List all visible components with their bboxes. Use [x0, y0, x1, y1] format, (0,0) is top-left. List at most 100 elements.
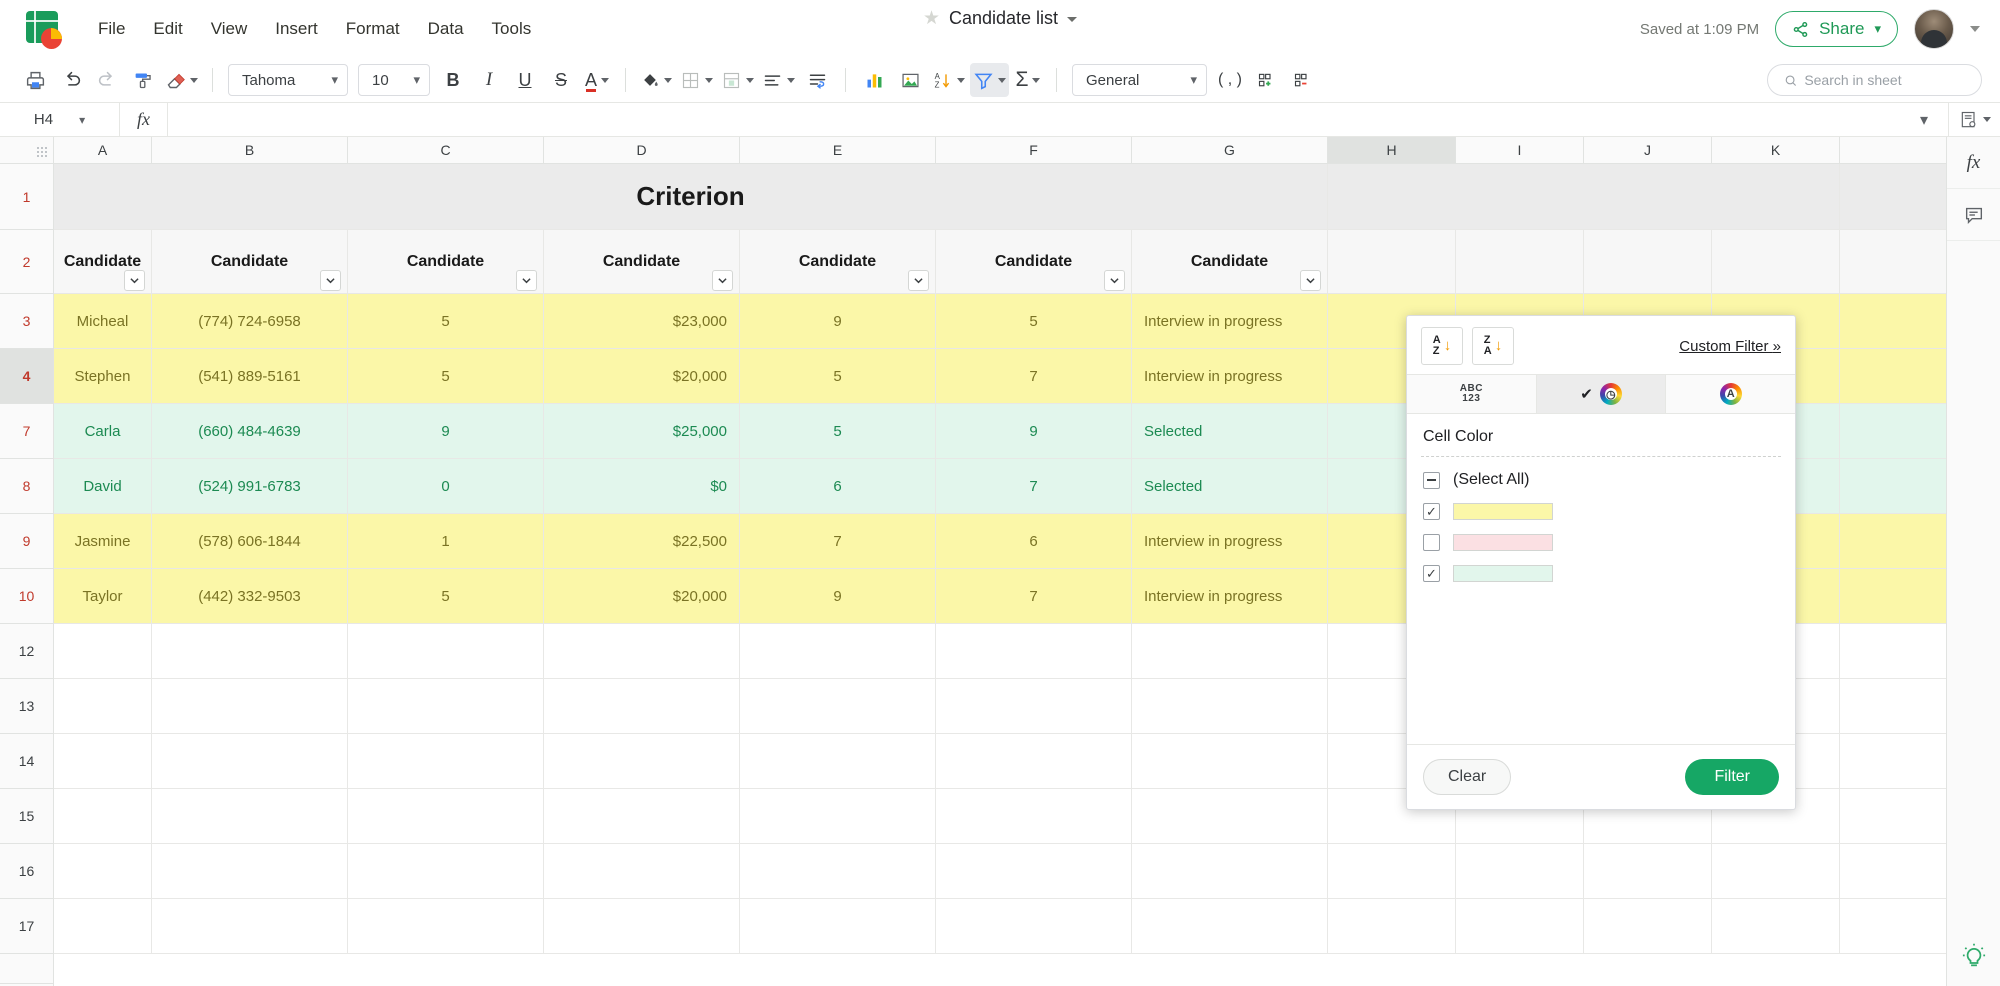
- column-header-h[interactable]: H: [1328, 137, 1456, 163]
- custom-filter-link[interactable]: Custom Filter »: [1679, 338, 1781, 355]
- row-header-10[interactable]: 10: [0, 569, 53, 624]
- filter-option-row[interactable]: ✓: [1423, 565, 1779, 582]
- menu-view[interactable]: View: [197, 12, 262, 46]
- filter-apply-button[interactable]: Filter: [1685, 759, 1779, 795]
- cell-C17[interactable]: [348, 899, 544, 953]
- cell-D3[interactable]: $23,000: [544, 294, 740, 348]
- table-row[interactable]: [54, 899, 1946, 954]
- filter-dropdown-panel[interactable]: AZ ↓ ZA ↓ Custom Filter » ABC123 ✔: [1406, 315, 1796, 810]
- cell-F7[interactable]: 9: [936, 404, 1132, 458]
- row-header-15[interactable]: 15: [0, 789, 53, 844]
- clear-button[interactable]: Clear: [1423, 759, 1511, 795]
- insert-image-button[interactable]: [893, 63, 927, 97]
- borders-button[interactable]: [677, 63, 716, 97]
- column-header-j[interactable]: J: [1584, 137, 1712, 163]
- cell-E4[interactable]: 5: [740, 349, 936, 403]
- column-filter-button-g[interactable]: [1300, 270, 1321, 291]
- cell-A13[interactable]: [54, 679, 152, 733]
- row-header-3[interactable]: 3: [0, 294, 53, 349]
- cell-C15[interactable]: [348, 789, 544, 843]
- table-row[interactable]: [54, 844, 1946, 899]
- cell-B9[interactable]: (578) 606-1844: [152, 514, 348, 568]
- merge-cells-button[interactable]: [718, 63, 757, 97]
- cell-B16[interactable]: [152, 844, 348, 898]
- row-header-7[interactable]: 7: [0, 404, 53, 459]
- avatar[interactable]: [1914, 9, 1954, 49]
- cell-C16[interactable]: [348, 844, 544, 898]
- row-header-17[interactable]: 17: [0, 899, 53, 954]
- cell-A8[interactable]: David: [54, 459, 152, 513]
- cell-D16[interactable]: [544, 844, 740, 898]
- cell-A9[interactable]: Jasmine: [54, 514, 152, 568]
- sidebar-comment-button[interactable]: [1947, 189, 2000, 241]
- row-header-9[interactable]: 9: [0, 514, 53, 569]
- row-header-13[interactable]: 13: [0, 679, 53, 734]
- cell-D15[interactable]: [544, 789, 740, 843]
- tab-font-color[interactable]: A: [1666, 375, 1795, 413]
- underline-button[interactable]: U: [508, 63, 542, 97]
- header-cell-b[interactable]: Candidate: [152, 230, 348, 293]
- cell-J17[interactable]: [1584, 899, 1712, 953]
- filter-option-checkbox[interactable]: ✓: [1423, 503, 1440, 520]
- cell-E8[interactable]: 6: [740, 459, 936, 513]
- criterion-title-cell[interactable]: Criterion: [54, 164, 1328, 229]
- cell-C3[interactable]: 5: [348, 294, 544, 348]
- filter-option-row[interactable]: [1423, 534, 1779, 551]
- cell-D8[interactable]: $0: [544, 459, 740, 513]
- cell-A15[interactable]: [54, 789, 152, 843]
- menu-insert[interactable]: Insert: [261, 12, 332, 46]
- select-all-checkbox[interactable]: [1423, 472, 1440, 489]
- row-header-4[interactable]: 4: [0, 349, 53, 404]
- cell-G15[interactable]: [1132, 789, 1328, 843]
- number-format-select[interactable]: General ▾: [1072, 64, 1207, 96]
- tab-cell-color[interactable]: ✔ ◷: [1537, 375, 1667, 413]
- cell-C14[interactable]: [348, 734, 544, 788]
- select-all-corner[interactable]: [0, 137, 53, 164]
- expand-formula-bar-button[interactable]: ▾: [1900, 110, 1948, 130]
- row-header-2[interactable]: 2: [0, 230, 53, 294]
- undo-button[interactable]: [54, 63, 88, 97]
- cell-F4[interactable]: 7: [936, 349, 1132, 403]
- column-header-f[interactable]: F: [936, 137, 1132, 163]
- cell-F3[interactable]: 5: [936, 294, 1132, 348]
- document-title[interactable]: Candidate list: [949, 8, 1058, 29]
- zoho-sheet-logo[interactable]: [22, 8, 64, 50]
- sidebar-function-button[interactable]: fx: [1947, 137, 2000, 189]
- cell-B7[interactable]: (660) 484-4639: [152, 404, 348, 458]
- column-header-c[interactable]: C: [348, 137, 544, 163]
- search-in-sheet[interactable]: [1767, 64, 1982, 96]
- cell-D12[interactable]: [544, 624, 740, 678]
- fill-color-button[interactable]: [637, 63, 675, 97]
- align-button[interactable]: [759, 63, 798, 97]
- cell-F15[interactable]: [936, 789, 1132, 843]
- account-chevron-down-icon[interactable]: [1970, 26, 1980, 32]
- text-color-button[interactable]: A: [580, 63, 614, 97]
- sheet-options-button[interactable]: [1948, 103, 2000, 136]
- menu-file[interactable]: File: [84, 12, 139, 46]
- cell-C10[interactable]: 5: [348, 569, 544, 623]
- cell-G12[interactable]: [1132, 624, 1328, 678]
- clear-formatting-button[interactable]: [162, 63, 201, 97]
- insert-chart-button[interactable]: [857, 63, 891, 97]
- increase-decimal-button[interactable]: [1249, 63, 1283, 97]
- cell-G8[interactable]: Selected: [1132, 459, 1328, 513]
- cell-E12[interactable]: [740, 624, 936, 678]
- cell-F14[interactable]: [936, 734, 1132, 788]
- cell-A4[interactable]: Stephen: [54, 349, 152, 403]
- cell-F9[interactable]: 6: [936, 514, 1132, 568]
- cell-C7[interactable]: 9: [348, 404, 544, 458]
- column-filter-button-f[interactable]: [1104, 270, 1125, 291]
- header-cell-empty[interactable]: [1456, 230, 1584, 293]
- cell-B15[interactable]: [152, 789, 348, 843]
- tab-values[interactable]: ABC123: [1407, 375, 1537, 413]
- tips-button[interactable]: [1947, 926, 2000, 986]
- row-header-1[interactable]: 1: [0, 164, 53, 230]
- comma-format-button[interactable]: ( , ): [1213, 63, 1247, 97]
- header-cell-empty[interactable]: [1712, 230, 1840, 293]
- column-filter-button-a[interactable]: [124, 270, 145, 291]
- cell-F12[interactable]: [936, 624, 1132, 678]
- cell-D4[interactable]: $20,000: [544, 349, 740, 403]
- wrap-text-button[interactable]: [800, 63, 834, 97]
- cell-K16[interactable]: [1712, 844, 1840, 898]
- row-header-12[interactable]: 12: [0, 624, 53, 679]
